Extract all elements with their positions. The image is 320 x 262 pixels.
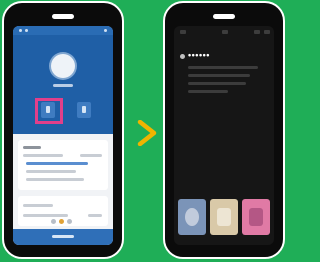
phone-right: •••••• (163, 1, 285, 259)
text-line (88, 214, 102, 217)
status-bar (13, 26, 113, 35)
message-line (188, 82, 246, 85)
bottom-nav (13, 219, 113, 225)
photo-thumbnail[interactable] (178, 199, 206, 235)
text-line (26, 170, 76, 173)
photo-thumbnail[interactable] (210, 199, 238, 235)
nav-item[interactable] (51, 219, 56, 224)
nav-item[interactable] (67, 219, 72, 224)
photo-thumbnail[interactable] (242, 199, 270, 235)
status-icon (25, 29, 28, 32)
device-icon (82, 106, 86, 113)
photo-strip (178, 199, 270, 235)
text-line (23, 204, 53, 207)
action-button-label (52, 235, 74, 238)
message-line (188, 74, 250, 77)
menu-button[interactable] (77, 102, 91, 118)
nav-item-active[interactable] (59, 219, 64, 224)
text-line (26, 162, 88, 165)
title-icon (222, 30, 228, 34)
chevron-right-icon (137, 120, 157, 146)
sender-name: •••••• (188, 50, 210, 60)
phone-left (2, 1, 124, 259)
profile-name (53, 84, 73, 87)
avatar[interactable] (51, 54, 75, 78)
text-line (23, 154, 63, 157)
top-bar (174, 26, 274, 38)
info-card (18, 140, 108, 190)
left-screen (13, 26, 113, 245)
message-line (188, 90, 228, 93)
highlight-box (35, 98, 63, 124)
status-icon (19, 29, 22, 32)
right-screen: •••••• (174, 26, 274, 245)
text-line (80, 154, 102, 157)
back-icon[interactable] (180, 30, 186, 34)
text-line (26, 178, 84, 181)
text-line (23, 214, 68, 217)
text-line (23, 146, 41, 149)
phone-speaker (213, 14, 235, 19)
sender-avatar[interactable] (180, 54, 185, 59)
message-line (188, 66, 258, 69)
profile-header (13, 26, 113, 134)
call-icon[interactable] (254, 30, 260, 34)
phone-speaker (52, 14, 74, 19)
more-icon[interactable] (264, 30, 270, 34)
bottom-action-bar[interactable] (13, 229, 113, 245)
status-icon (104, 29, 107, 32)
